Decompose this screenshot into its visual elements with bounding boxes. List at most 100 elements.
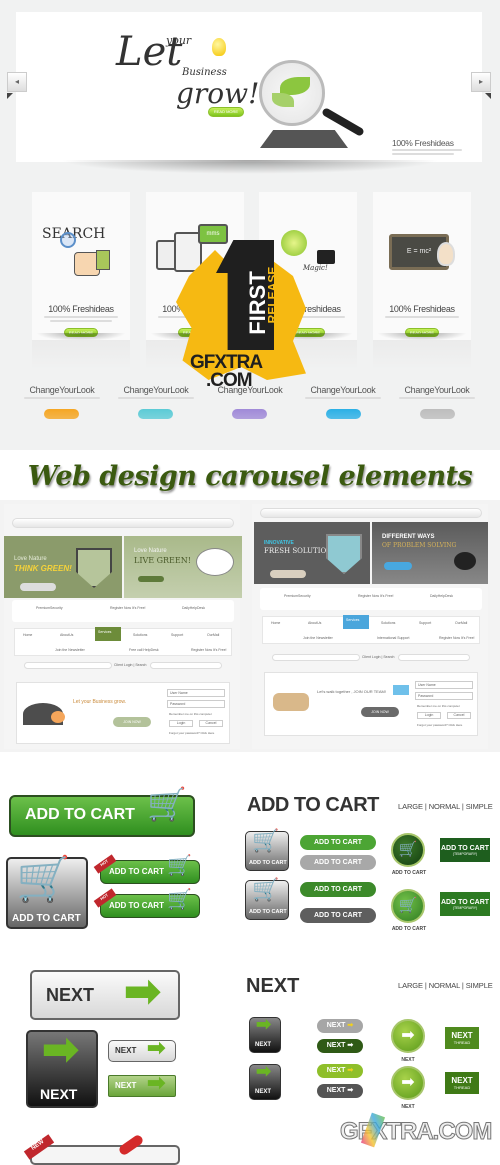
nav-item[interactable]: AboutUs: [308, 621, 321, 625]
nav-item[interactable]: Support: [419, 621, 431, 625]
change-button-teal[interactable]: [138, 409, 173, 419]
slide-button[interactable]: [384, 562, 412, 570]
slide-fresh-solutions: INNOVATIVE FRESH SOLUTIONS: [254, 522, 370, 584]
card-text: [385, 316, 459, 318]
username-field[interactable]: User Name: [415, 681, 473, 689]
nav-item-active[interactable]: Services: [95, 627, 121, 641]
template-top-nav[interactable]: [260, 508, 482, 518]
next-small-button-white[interactable]: NEXT ➡: [108, 1035, 176, 1062]
change-button-purple[interactable]: [232, 409, 267, 419]
temp-label: ADD TO CART: [440, 845, 490, 852]
next-label: NEXT: [115, 1081, 137, 1090]
change-button-orange[interactable]: [44, 409, 79, 419]
nav-item[interactable]: OurMail: [455, 621, 467, 625]
change-title: ChangeYourLook: [404, 385, 470, 395]
client-login-links[interactable]: Client Login | Search: [362, 655, 394, 659]
add-to-cart-pill-darkgrey[interactable]: ADD TO CART: [300, 908, 376, 923]
slide-button[interactable]: [20, 583, 56, 591]
template-top-nav[interactable]: [12, 518, 234, 528]
password-field[interactable]: Password: [167, 700, 225, 708]
next-pill-darkgreen[interactable]: NEXT ➡: [317, 1039, 363, 1053]
hero-headline-grow: grow!: [176, 77, 260, 110]
nav-item[interactable]: Support: [171, 633, 183, 637]
add-to-cart-circle-light[interactable]: 🛒: [391, 889, 425, 923]
lightbulb-shield-icon: [326, 534, 362, 574]
add-to-cart-pill-darkgreen[interactable]: ADD TO CART: [300, 882, 376, 897]
slide-kicker: Love Nature: [14, 556, 47, 562]
change-button-grey[interactable]: [420, 409, 455, 419]
add-to-cart-temporary-button[interactable]: ADD TO CART (TEMPORARY): [440, 892, 490, 916]
card-reflection: [373, 340, 471, 370]
nav-item[interactable]: Solutions: [133, 633, 147, 637]
search-input[interactable]: [150, 662, 222, 669]
feature-card: E = mc² 100% Freshideas READ MORE: [373, 192, 471, 342]
password-field[interactable]: Password: [415, 692, 473, 700]
next-new-button[interactable]: [30, 1145, 180, 1165]
remember-checkbox[interactable]: Remember me on this computer: [417, 704, 460, 708]
username-field[interactable]: User Name: [167, 689, 225, 697]
slide-button[interactable]: [270, 570, 306, 578]
add-to-cart-box-small[interactable]: 🛒 ADD TO CART: [245, 828, 289, 871]
slide-title: LIVE GREEN!: [134, 556, 191, 565]
slide-title: THINK GREEN!: [14, 564, 72, 573]
prev-slide-button[interactable]: ◂: [7, 72, 27, 92]
nav-item[interactable]: Solutions: [381, 621, 395, 625]
join-now-button[interactable]: JOIN NOW: [113, 717, 151, 727]
add-to-cart-label: ADD TO CART: [249, 909, 287, 915]
hero-read-more-button[interactable]: READ MORE: [208, 107, 244, 117]
search-input[interactable]: [24, 662, 112, 669]
next-pill-lime[interactable]: NEXT ➡: [317, 1064, 363, 1078]
next-box-button[interactable]: ➡ NEXT: [26, 1025, 98, 1108]
change-text: [305, 397, 381, 399]
next-slide-button[interactable]: ▸: [471, 72, 491, 92]
arrow-right-icon: ➡: [347, 1042, 354, 1049]
next-large-button[interactable]: NEXT ➡: [30, 967, 180, 1020]
forgot-password-link[interactable]: Forgot your password? Click Here: [417, 723, 462, 727]
add-to-cart-hot-button[interactable]: ADD TO CART 🛒: [100, 889, 200, 918]
slide-button[interactable]: [138, 576, 164, 582]
hero-shadow: [60, 160, 440, 174]
size-variants-label: LARGE | NORMAL | SIMPLE: [398, 802, 493, 811]
next-small-button-green[interactable]: NEXT ➡: [108, 1070, 176, 1097]
change-button-blue[interactable]: [326, 409, 361, 419]
remember-checkbox[interactable]: Remember me on this computer: [169, 712, 212, 716]
telephone-icon: [454, 552, 476, 570]
cancel-button[interactable]: Cancel: [199, 720, 223, 727]
add-to-cart-box-small[interactable]: 🛒 ADD TO CART: [245, 877, 289, 920]
login-button[interactable]: Login: [417, 712, 441, 719]
size-variants-label: LARGE | NORMAL | SIMPLE: [398, 981, 493, 990]
add-to-cart-circle-dark[interactable]: 🛒: [391, 833, 425, 867]
card-text: [44, 316, 118, 318]
join-now-button[interactable]: JOIN NOW: [361, 707, 399, 717]
add-to-cart-temporary-button[interactable]: ADD TO CART (TEMPORARY): [440, 838, 490, 862]
client-login-links[interactable]: Client Login | Search: [114, 663, 146, 667]
login-button[interactable]: Login: [169, 720, 193, 727]
next-pill-grey[interactable]: NEXT ➡: [317, 1019, 363, 1033]
nav-item[interactable]: AboutUs: [60, 633, 73, 637]
tree-icon: [196, 548, 234, 576]
next-circle-button[interactable]: ➡: [391, 1066, 425, 1100]
feature-strip: PremiumSecurity Register Now It's Free! …: [12, 600, 234, 622]
search-input[interactable]: [398, 654, 470, 661]
next-box-small[interactable]: ➡ NEXT: [249, 1061, 281, 1100]
forgot-password-link[interactable]: Forgot your password? Click Here: [169, 731, 214, 735]
next-thread-button[interactable]: NEXT THREAD: [445, 1027, 479, 1049]
card-text: [50, 320, 112, 322]
nav-item-active[interactable]: Services: [343, 615, 369, 629]
search-input[interactable]: [272, 654, 360, 661]
add-to-cart-pill-grey[interactable]: ADD TO CART: [300, 855, 376, 870]
next-pill-darkgrey[interactable]: NEXT ➡: [317, 1084, 363, 1098]
add-to-cart-large-button[interactable]: ADD TO CART 🛒: [9, 786, 195, 837]
nav-item[interactable]: Home: [271, 621, 280, 625]
next-circle-button[interactable]: ➡: [391, 1019, 425, 1053]
next-box-small[interactable]: ➡ NEXT: [249, 1014, 281, 1053]
cancel-button[interactable]: Cancel: [447, 712, 471, 719]
temp-sub: (TEMPORARY): [452, 852, 478, 856]
slide-think-green: Love Nature THINK GREEN!: [4, 536, 122, 598]
next-thread-button[interactable]: NEXT THREAD: [445, 1072, 479, 1094]
nav-item[interactable]: Home: [23, 633, 32, 637]
add-to-cart-box-button[interactable]: 🛒 ADD TO CART: [6, 855, 88, 929]
add-to-cart-pill-green[interactable]: ADD TO CART: [300, 835, 376, 850]
add-to-cart-hot-button[interactable]: ADD TO CART 🛒: [100, 855, 200, 884]
nav-item[interactable]: OurMail: [207, 633, 219, 637]
